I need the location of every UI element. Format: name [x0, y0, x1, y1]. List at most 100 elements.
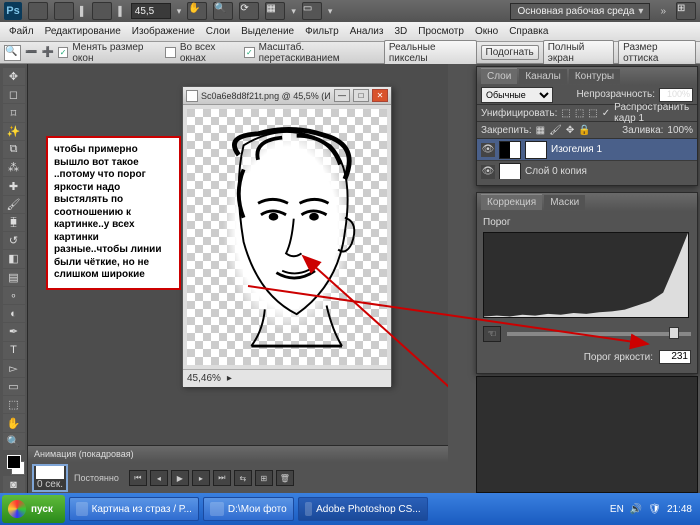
system-tray[interactable]: EN 🔊 🛡 21:48: [604, 504, 698, 515]
visibility-icon[interactable]: 👁: [481, 165, 495, 179]
3d-tool-icon[interactable]: ⬚: [3, 396, 25, 413]
unify-icon[interactable]: ⬚: [575, 108, 584, 119]
wand-tool-icon[interactable]: ✨: [3, 123, 25, 140]
next-frame-button[interactable]: ▸: [192, 470, 210, 486]
close-button[interactable]: ✕: [372, 89, 388, 102]
lasso-tool-icon[interactable]: ⌑: [3, 104, 25, 121]
tab-paths[interactable]: Контуры: [569, 69, 620, 84]
heal-tool-icon[interactable]: ✚: [3, 177, 25, 194]
color-swatches[interactable]: [3, 455, 25, 475]
marquee-tool-icon[interactable]: ◻: [3, 86, 25, 103]
gradient-tool-icon[interactable]: ▤: [3, 269, 25, 286]
unify-icon[interactable]: ⬚: [588, 108, 597, 119]
new-frame-button[interactable]: ⊞: [255, 470, 273, 486]
brush-tool-icon[interactable]: 🖌: [3, 196, 25, 213]
tray-icon[interactable]: 🔊: [630, 504, 642, 515]
task-button[interactable]: D:\Мои фото: [203, 497, 294, 521]
play-button[interactable]: ▶: [171, 470, 189, 486]
hand-icon[interactable]: ✋: [187, 2, 207, 20]
menu-analysis[interactable]: Анализ: [345, 24, 389, 39]
maximize-button[interactable]: □: [353, 89, 369, 102]
menu-3d[interactable]: 3D: [389, 24, 412, 39]
chevron-down-icon[interactable]: ▾: [177, 6, 182, 17]
foreground-swatch[interactable]: [7, 455, 21, 469]
pen-tool-icon[interactable]: ✒: [3, 323, 25, 340]
eyedropper-tool-icon[interactable]: ⁂: [3, 159, 25, 176]
tool-preset-icon[interactable]: 🔍: [4, 45, 21, 61]
delete-frame-button[interactable]: 🗑: [276, 470, 294, 486]
zoom-field[interactable]: 45,5: [131, 3, 171, 19]
unify-icon[interactable]: ⬚: [561, 108, 570, 119]
bridge-icon[interactable]: [28, 2, 48, 20]
tab-adjustments[interactable]: Коррекция: [481, 194, 542, 210]
status-chevron-icon[interactable]: ▸: [227, 373, 232, 384]
doc-zoom-status[interactable]: 45,46%: [187, 373, 221, 384]
chevron-down-icon[interactable]: ▾: [328, 6, 333, 17]
minimize-button[interactable]: —: [334, 89, 350, 102]
visibility-icon[interactable]: 👁: [481, 143, 495, 157]
first-frame-button[interactable]: ⏮: [129, 470, 147, 486]
zoom-plus-icon[interactable]: ➕: [41, 47, 53, 58]
zoom-tool-icon[interactable]: 🔍: [3, 433, 25, 450]
doc-titlebar[interactable]: Sc0a6e8d8f21t.png @ 45,5% (Из... — □ ✕: [183, 87, 391, 105]
stamp-tool-icon[interactable]: ⧯: [3, 214, 25, 231]
task-button[interactable]: Картина из страз / Р...: [69, 497, 199, 521]
scrubby-icon[interactable]: ☜: [483, 326, 501, 342]
opacity-field[interactable]: 100%: [659, 88, 693, 102]
tween-button[interactable]: ⇆: [234, 470, 252, 486]
dodge-tool-icon[interactable]: ◐: [3, 305, 25, 322]
lock-brush-icon[interactable]: 🖌: [549, 125, 562, 136]
blend-mode-select[interactable]: Обычные: [481, 87, 553, 103]
screenmode-icon[interactable]: ▭: [302, 2, 322, 20]
menu-view[interactable]: Просмотр: [413, 24, 469, 39]
zoom-icon[interactable]: 🔍: [213, 2, 233, 20]
dragzoom-check[interactable]: ✓: [244, 47, 254, 58]
loop-selector[interactable]: Постоянно: [74, 473, 119, 483]
frame-time[interactable]: 0 сек.: [37, 479, 63, 490]
propagate-check[interactable]: ✓: [602, 108, 610, 119]
shape-tool-icon[interactable]: ▭: [3, 378, 25, 395]
rotate-icon[interactable]: ⟳: [239, 2, 259, 20]
clock[interactable]: 21:48: [667, 504, 692, 515]
type-tool-icon[interactable]: T: [3, 342, 25, 359]
extras-icon[interactable]: [92, 2, 112, 20]
arrange-icon[interactable]: ▦: [265, 2, 285, 20]
crop-tool-icon[interactable]: ⧉: [3, 141, 25, 158]
lock-px-icon[interactable]: ▦: [536, 125, 545, 136]
fit-button[interactable]: Подогнать: [481, 45, 539, 60]
history-brush-icon[interactable]: ↺: [3, 232, 25, 249]
menu-select[interactable]: Выделение: [236, 24, 299, 39]
menu-filter[interactable]: Фильтр: [300, 24, 344, 39]
menu-edit[interactable]: Редактирование: [40, 24, 126, 39]
zoom-minus-icon[interactable]: ➖: [25, 47, 37, 58]
realpx-button[interactable]: Реальные пикселы: [384, 40, 477, 66]
resize-check[interactable]: ✓: [58, 47, 68, 58]
slider-knob[interactable]: [669, 327, 679, 339]
animation-tab[interactable]: Анимация (покадровая): [28, 446, 448, 462]
fill-field[interactable]: 100%: [667, 125, 693, 136]
path-tool-icon[interactable]: ▻: [3, 360, 25, 377]
task-button[interactable]: Adobe Photoshop CS...: [298, 497, 428, 521]
allwin-check[interactable]: [165, 47, 175, 58]
threshold-slider[interactable]: [507, 332, 691, 336]
cslive-icon[interactable]: ⊞: [676, 2, 696, 20]
last-frame-button[interactable]: ⏭: [213, 470, 231, 486]
quickmask-icon[interactable]: ◙: [3, 476, 25, 493]
menu-image[interactable]: Изображение: [127, 24, 200, 39]
layer-name[interactable]: Слой 0 копия: [525, 166, 587, 177]
layer-row[interactable]: 👁 Изогелия 1: [477, 139, 697, 161]
layer-row[interactable]: 👁 Слой 0 копия: [477, 161, 697, 179]
lock-all-icon[interactable]: 🔒: [578, 125, 590, 136]
document-window[interactable]: Sc0a6e8d8f21t.png @ 45,5% (Из... — □ ✕: [182, 86, 392, 386]
tab-masks[interactable]: Маски: [544, 195, 585, 210]
overflow-icon[interactable]: »: [660, 6, 666, 17]
frame-1[interactable]: 0 сек.: [32, 464, 68, 492]
menu-window[interactable]: Окно: [470, 24, 503, 39]
threshold-value[interactable]: 231: [659, 350, 691, 364]
move-tool-icon[interactable]: ✥: [3, 68, 25, 85]
tab-layers[interactable]: Слои: [481, 68, 517, 84]
menu-help[interactable]: Справка: [504, 24, 553, 39]
minibridge-icon[interactable]: [54, 2, 74, 20]
tray-icon[interactable]: 🛡: [648, 504, 661, 515]
workspace-switcher[interactable]: Основная рабочая среда▾: [510, 3, 650, 20]
